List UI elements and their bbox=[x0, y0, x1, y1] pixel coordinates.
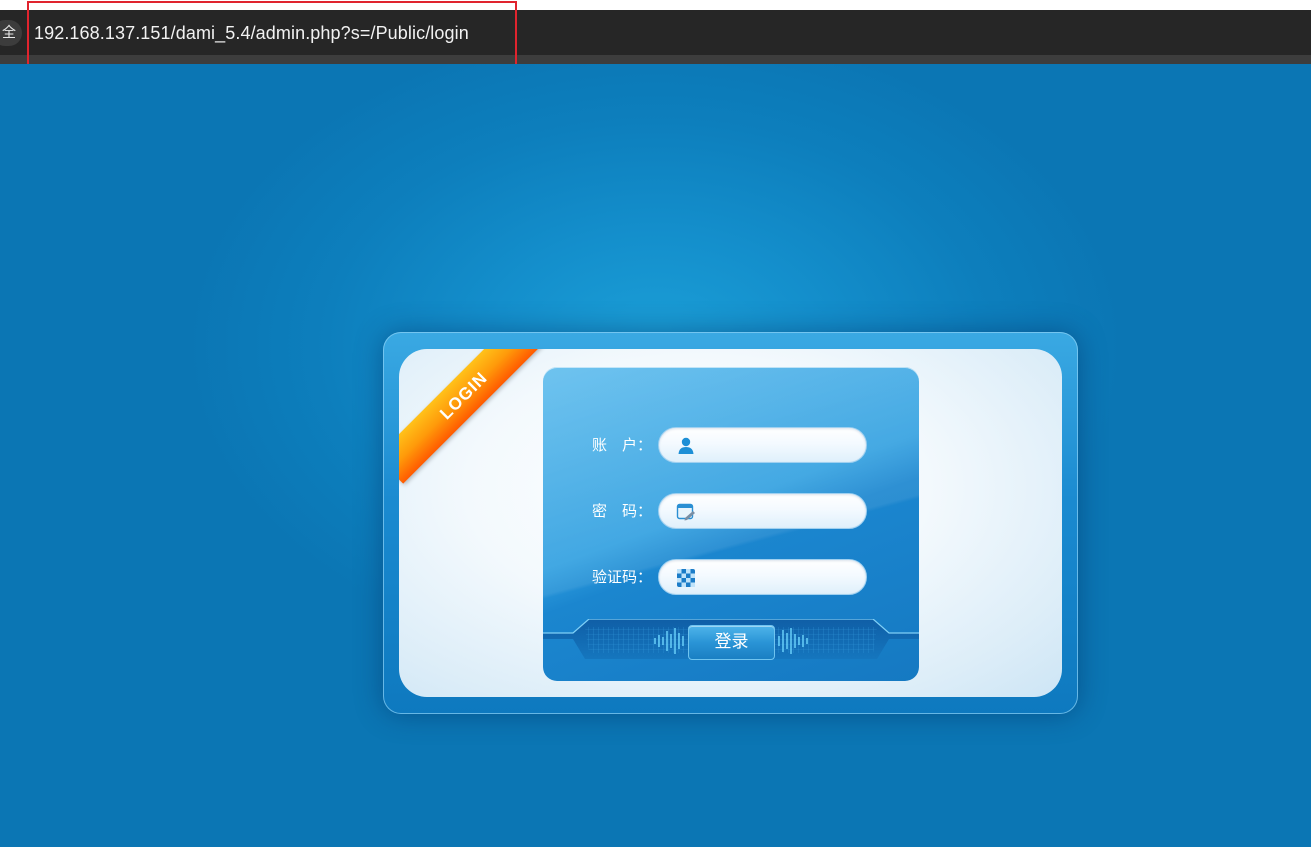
password-icon bbox=[676, 503, 695, 521]
captcha-icon bbox=[677, 569, 695, 587]
captcha-label: 验证码： bbox=[592, 568, 653, 586]
login-form-card: 账 户： 密 码： 验证码： 登录 bbox=[543, 367, 919, 681]
login-ribbon: LOGIN bbox=[399, 349, 552, 484]
user-icon bbox=[678, 437, 694, 454]
password-label: 密 码： bbox=[592, 502, 653, 520]
account-label: 账 户： bbox=[592, 436, 653, 454]
toolbar-divider bbox=[0, 55, 1311, 64]
password-input[interactable] bbox=[658, 493, 867, 529]
account-input[interactable] bbox=[658, 427, 867, 463]
url-field[interactable]: 192.168.137.151/dami_5.4/admin.php?s=/Pu… bbox=[34, 20, 469, 46]
captcha-input[interactable] bbox=[658, 559, 867, 595]
login-button[interactable]: 登录 bbox=[688, 625, 775, 660]
